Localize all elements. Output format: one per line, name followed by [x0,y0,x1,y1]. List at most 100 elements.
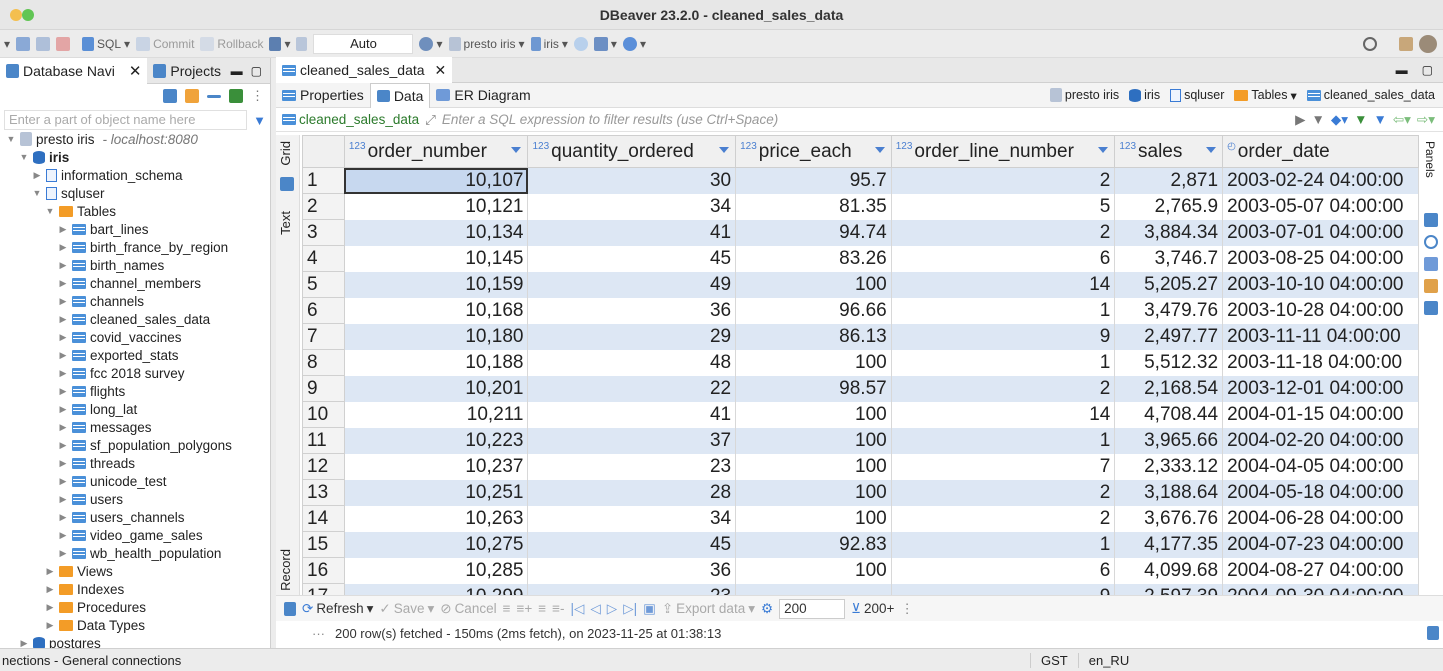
table-cell[interactable]: 2004-07-23 04:00:00 [1222,531,1419,558]
table-cell[interactable]: 23 [527,453,737,480]
table-cell[interactable]: 100 [735,479,892,506]
chevron-right-icon[interactable]: ▶ [58,224,68,235]
breadcrumb-database[interactable]: iris [1129,88,1160,102]
table-cell[interactable]: 1 [891,297,1116,324]
table-row[interactable]: 11 10,223 37 100 1 3,965.66 2004-02-20 04:00:0… [302,427,1419,454]
tab-panels[interactable]: Panels [1423,141,1437,178]
invalidate-icon[interactable] [56,36,71,51]
table-cell[interactable]: 10,121 [344,193,529,220]
close-icon[interactable]: ✕ [129,62,142,80]
back-icon[interactable]: ⇦▾ [1393,112,1411,128]
table-cell[interactable]: 3,479.76 [1114,297,1224,324]
expand-filter-icon[interactable]: ⤢ [425,112,436,128]
tree-item[interactable]: ▶ birth_names [58,256,165,274]
table-row[interactable]: 16 10,285 36 100 6 4,099.68 2004-08-27 04:00:0… [302,557,1419,584]
save-button[interactable]: ✓ Save ▾ [379,601,434,617]
filter-settings-icon[interactable]: ▼ [1354,112,1367,127]
refresh-button[interactable]: ⟳ Refresh ▾ [302,601,373,617]
tree-item[interactable]: ▶ Procedures [45,598,147,616]
table-row[interactable]: 14 10,263 34 100 2 3,676.76 2004-06-28 04:00:0… [302,505,1419,532]
table-cell[interactable]: 34 [527,193,737,220]
maximize-icon[interactable]: ▢ [1422,63,1433,77]
collapse-all-icon[interactable] [207,94,221,98]
table-cell[interactable]: 41 [527,219,737,246]
sort-arrow-icon[interactable] [511,147,522,153]
rollback-button[interactable]: Rollback [200,36,263,51]
table-cell[interactable]: 98.57 [735,375,892,402]
table-cell[interactable]: 2 [891,479,1116,506]
tab-er-diagram[interactable]: ER Diagram [430,83,536,108]
table-cell[interactable]: 10,275 [344,531,529,558]
tree-item[interactable]: ▶ users_channels [58,508,185,526]
column-header[interactable]: ◴ order_date [1222,135,1419,168]
table-cell[interactable]: 2,871 [1114,167,1224,194]
breadcrumb-schema[interactable]: sqluser [1170,88,1224,102]
table-cell[interactable]: 2003-02-24 04:00:00 [1222,167,1419,194]
breadcrumb-tables[interactable]: Tables ▾ [1234,88,1297,103]
tree-item[interactable]: ▶ sf_population_polygons [58,436,232,454]
table-cell[interactable]: 9 [891,583,1116,595]
grid-view-icon[interactable] [1424,257,1438,271]
table-cell[interactable]: 36 [527,297,737,324]
table-cell[interactable]: 37 [527,427,737,454]
column-header[interactable]: 123 price_each [735,135,892,168]
tree-item[interactable]: ▶ birth_france_by_region [58,238,229,256]
chevron-right-icon[interactable]: ▶ [58,548,68,559]
more-options-icon[interactable]: ⋮ [251,88,264,104]
perspective-icon[interactable] [1399,36,1413,51]
table-cell[interactable]: 2,597.39 [1114,583,1224,595]
tree-item[interactable]: ▶ unicode_test [58,472,167,490]
table-cell[interactable]: 41 [527,401,737,428]
column-header[interactable]: 123 quantity_ordered [527,135,737,168]
apply-filter-icon[interactable]: ▶ [1295,112,1305,128]
lock-icon[interactable] [296,36,308,51]
locale-indicator[interactable]: en_RU [1077,652,1139,668]
chevron-down-icon[interactable]: ▼ [32,188,42,198]
table-cell[interactable]: 92.83 [735,531,892,558]
fetch-more-button[interactable]: ⊻ 200+ [851,601,894,617]
table-cell[interactable]: 2003-10-10 04:00:00 [1222,271,1419,298]
table-cell[interactable]: 2004-02-20 04:00:00 [1222,427,1419,454]
table-row[interactable]: 15 10,275 45 92.83 1 4,177.35 2004-07-23 04:00… [302,531,1419,558]
chevron-down-icon[interactable]: ▼ [6,134,16,144]
table-cell[interactable]: 2,497.77 [1114,323,1224,350]
tree-item[interactable]: ▶ Indexes [45,580,125,598]
table-cell[interactable]: 5 [891,193,1116,220]
chevron-right-icon[interactable]: ▶ [58,440,68,451]
tree-item[interactable]: ▶ users [58,490,123,508]
table-cell[interactable]: 10,188 [344,349,529,376]
sort-arrow-icon[interactable] [1098,147,1109,153]
tree-item[interactable]: ▶ long_lat [58,400,138,418]
table-cell[interactable]: 5,205.27 [1114,271,1224,298]
edit-row-icon[interactable]: ≡ [503,601,511,616]
table-cell[interactable]: 10,145 [344,245,529,272]
delete-row-icon[interactable]: ≡- [552,601,564,616]
history-button[interactable]: ▾ [419,36,443,51]
table-cell[interactable]: 2 [891,167,1116,194]
tree-item[interactable]: ▶ wb_health_population [58,544,222,562]
chevron-right-icon[interactable]: ▶ [58,458,68,469]
table-cell[interactable]: 29 [527,323,737,350]
new-connection-icon[interactable] [163,89,177,103]
table-cell[interactable]: 3,884.34 [1114,219,1224,246]
chevron-right-icon[interactable]: ▶ [45,602,55,613]
references-icon[interactable] [1424,301,1438,315]
previous-page-icon[interactable]: ◁ [590,601,600,617]
table-cell[interactable]: 45 [527,245,737,272]
table-cell[interactable]: 10,168 [344,297,529,324]
sort-arrow-icon[interactable] [719,147,730,153]
table-cell[interactable]: 6 [891,245,1116,272]
table-cell[interactable]: 49 [527,271,737,298]
table-cell[interactable]: 4,099.68 [1114,557,1224,584]
table-cell[interactable]: 3,746.7 [1114,245,1224,272]
table-cell[interactable]: 14 [891,401,1116,428]
fetch-page-icon[interactable]: ▣ [643,601,656,617]
table-cell[interactable]: 2004-04-05 04:00:00 [1222,453,1419,480]
table-cell[interactable]: 2,765.9 [1114,193,1224,220]
last-page-icon[interactable]: ▷| [623,601,637,617]
table-cell[interactable]: 2 [891,375,1116,402]
table-row[interactable]: 7 10,180 29 86.13 9 2,497.77 2003-11-11 04:00:… [302,323,1419,350]
tab-projects[interactable]: Projects [147,58,227,84]
table-cell[interactable]: 2004-05-18 04:00:00 [1222,479,1419,506]
tree-item[interactable]: ▶ channel_members [58,274,202,292]
